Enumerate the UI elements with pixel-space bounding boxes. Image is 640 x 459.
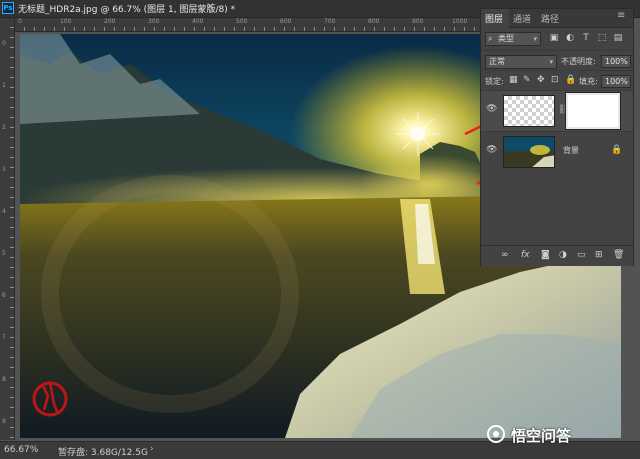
ruler-mark: 0 [18, 18, 22, 25]
ruler-mark: 300 [148, 18, 160, 25]
lock-transparent-icon[interactable]: ▦ [509, 75, 518, 85]
type-filter-icon[interactable]: T [581, 33, 591, 43]
kind-filter-value: 类型 [498, 34, 514, 43]
lock-icon: 🔒 [611, 145, 623, 155]
tab-paths[interactable]: 路径 [541, 12, 559, 25]
document-tab-title[interactable]: 无标题_HDR2a.jpg @ 66.7% (图层 1, 图层蒙版/8) * [18, 2, 235, 15]
ruler-mark: 7 [2, 334, 6, 341]
ruler-mark: 3 [2, 166, 6, 173]
opacity-field[interactable]: 100% [601, 55, 631, 68]
lock-artboard-icon[interactable]: ⊡ [551, 75, 559, 85]
wukong-watermark: 悟空问答 [487, 424, 637, 446]
layer-row-background[interactable]: 👁 背景 🔒 [481, 131, 633, 172]
layers-panel-footer: ∞ fx ◙ ◑ ▭ ⊞ 🗑 [481, 245, 633, 266]
photoshop-app-icon: Ps [2, 2, 14, 14]
panel-tab-bar: 图层 通道 路径 ≡ [481, 9, 633, 28]
layer-mask-thumbnail[interactable] [565, 92, 621, 130]
ruler-mark: 200 [104, 18, 116, 25]
blend-row: 正常 ▾ 不透明度: 100% [481, 50, 633, 71]
folder-icon[interactable]: ▭ [577, 250, 586, 260]
fx-icon[interactable]: fx [521, 250, 530, 260]
tab-layers[interactable]: 图层 [485, 12, 503, 25]
close-tab-icon[interactable]: × [206, 1, 214, 12]
trash-icon[interactable]: 🗑 [613, 250, 624, 260]
ruler-mark: 2 [2, 124, 6, 131]
lock-position-icon[interactable]: ✥ [537, 75, 545, 85]
eye-icon[interactable]: 👁 [486, 145, 497, 155]
eye-icon[interactable]: 👁 [486, 104, 497, 114]
adjustment-icon[interactable]: ◑ [559, 250, 567, 260]
shape-filter-icon[interactable]: ⬚ [597, 33, 607, 43]
ruler-mark: 6 [2, 292, 6, 299]
ruler-mark: 800 [368, 18, 380, 25]
ruler-mark: 1000 [452, 18, 468, 25]
background-thumbnail[interactable] [503, 136, 555, 168]
background-thumbnail-image [504, 137, 554, 167]
vertical-ruler[interactable]: 0 1 2 3 4 5 6 7 8 9 [0, 18, 15, 440]
lock-all-icon[interactable]: 🔒 [565, 75, 576, 85]
lock-label: 锁定: [485, 77, 504, 86]
zoom-level[interactable]: 66.67% [4, 445, 38, 455]
pixel-filter-icon[interactable]: ▣ [549, 33, 559, 43]
ruler-mark: 0 [2, 40, 6, 47]
ruler-mark: 500 [236, 18, 248, 25]
ruler-mark: 600 [280, 18, 292, 25]
fill-field[interactable]: 100% [601, 75, 631, 88]
ruler-mark: 9 [2, 418, 6, 425]
ruler-mark: 4 [2, 208, 6, 215]
smart-object-filter-icon[interactable]: ▤ [613, 33, 623, 43]
fill-label: 填充: [579, 77, 598, 86]
blend-mode-select[interactable]: 正常 ▾ [485, 55, 557, 69]
filter-row: ⌕ 类型 ▾ ▣ ◐ T ⬚ ▤ [481, 28, 633, 50]
ruler-mark: 700 [324, 18, 336, 25]
layer-row[interactable]: 👁 ⛓ [481, 90, 633, 131]
ruler-mark: 900 [412, 18, 424, 25]
ruler-mark: 100 [60, 18, 72, 25]
layer-thumbnail[interactable] [503, 95, 555, 127]
mask-icon[interactable]: ◙ [541, 250, 550, 260]
lock-row: 锁定: ▦ ✎ ✥ ⊡ 🔒 填充: 100% [481, 70, 633, 91]
watermark-text: 悟空问答 [511, 427, 572, 445]
ruler-mark: 5 [2, 250, 6, 257]
new-layer-icon[interactable]: ⊞ [595, 250, 603, 260]
adjustment-filter-icon[interactable]: ◐ [565, 33, 575, 43]
ruler-mark: 400 [192, 18, 204, 25]
status-info-arrow[interactable]: › [150, 444, 154, 454]
blend-mode-value: 正常 [489, 57, 505, 66]
horizontal-ruler[interactable]: 0 100 200 300 400 500 600 700 800 900 10… [14, 18, 480, 32]
kind-filter-select[interactable]: ⌕ 类型 ▾ [485, 32, 541, 46]
ruler-mark: 1 [2, 82, 6, 89]
ruler-mark: 8 [2, 376, 6, 383]
wukong-logo-icon [487, 425, 505, 443]
chevron-down-icon: ▾ [549, 58, 553, 66]
scratch-disk-info: 暂存盘: 3.68G/12.5G [58, 448, 148, 458]
panel-menu-icon[interactable]: ≡ [617, 10, 625, 21]
lock-image-icon[interactable]: ✎ [523, 75, 531, 85]
layer-name[interactable]: 背景 [563, 145, 579, 156]
opacity-label: 不透明度: [561, 57, 596, 66]
tab-channels[interactable]: 通道 [513, 12, 531, 25]
layers-panel: 图层 通道 路径 ≡ ⌕ 类型 ▾ ▣ ◐ T ⬚ ▤ 正常 ▾ 不透明度: 1… [480, 8, 634, 266]
search-icon: ⌕ [488, 34, 493, 43]
link-icon[interactable]: ∞ [501, 250, 509, 260]
chevron-down-icon: ▾ [533, 35, 537, 43]
